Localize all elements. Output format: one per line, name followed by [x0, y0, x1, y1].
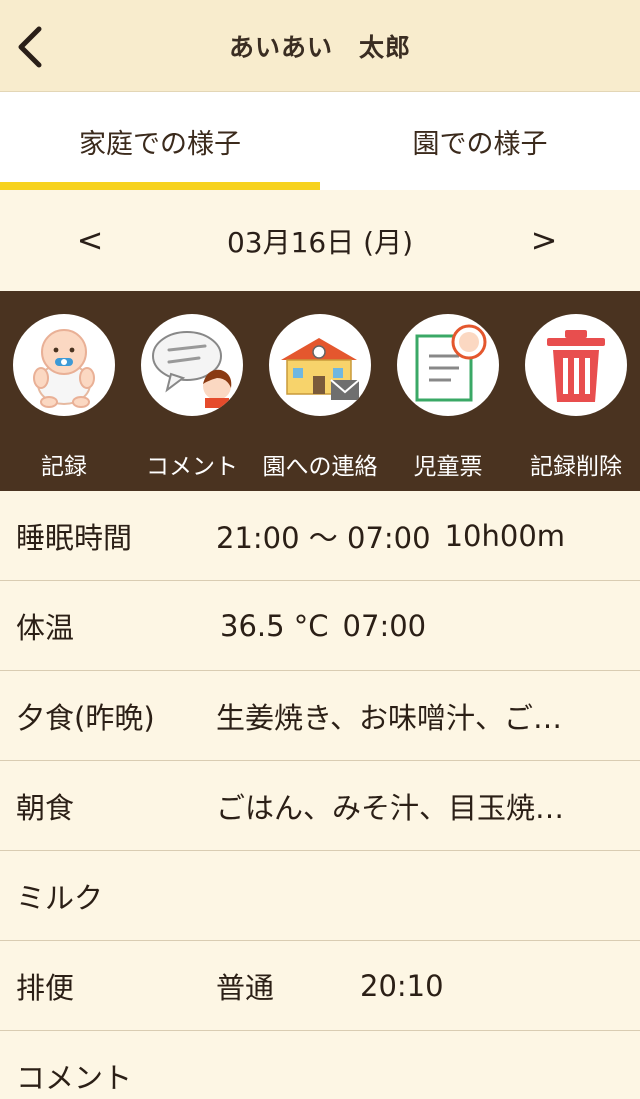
- temperature-time: 07:00: [342, 609, 427, 643]
- sleep-value: 21:00 〜 07:00: [216, 521, 431, 555]
- page-title: あいあい 太郎: [228, 33, 411, 62]
- bowel-time: 20:10: [360, 969, 444, 1003]
- breakfast-label: 朝食: [16, 791, 75, 825]
- comment-value: [216, 1031, 626, 1099]
- dinner-row[interactable]: 夕食(昨晩) 生姜焼き、お味噌汁、ご…: [0, 671, 640, 761]
- temperature-label: 体温: [16, 611, 75, 645]
- comment-button[interactable]: コメント: [128, 291, 256, 491]
- clipboard-icon: [397, 314, 499, 416]
- record-label: 記録: [41, 454, 87, 480]
- delete-record-label: 記録削除: [530, 454, 622, 480]
- milk-value: [216, 851, 626, 941]
- child-record-button[interactable]: 児童票: [384, 291, 512, 491]
- comment-label: コメント: [146, 454, 238, 480]
- action-toolbar: 記録 コメント 園への連絡 児童票 記録削除: [0, 291, 640, 491]
- dinner-value: 生姜焼き、お味噌汁、ご…: [216, 701, 562, 735]
- delete-record-button[interactable]: 記録削除: [512, 291, 640, 491]
- breakfast-row[interactable]: 朝食 ごはん、みそ汁、目玉焼…: [0, 761, 640, 851]
- temperature-row[interactable]: 体温 36.5 °C 07:00: [0, 581, 640, 671]
- milk-label: ミルク: [16, 881, 104, 915]
- temperature-value: 36.5 °C: [220, 609, 329, 643]
- next-day-button[interactable]: >: [514, 208, 574, 272]
- dinner-label: 夕食(昨晩): [16, 701, 155, 735]
- comment-bubble-icon: [141, 314, 243, 416]
- nav-bar: あいあい 太郎: [0, 0, 640, 92]
- trash-icon: [525, 314, 627, 416]
- record-list: 睡眠時間 21:00 〜 07:00 10h00m 体温 36.5 °C 07:…: [0, 491, 640, 1099]
- bowel-row[interactable]: 排便 普通 20:10: [0, 941, 640, 1031]
- school-mail-icon: [269, 314, 371, 416]
- temperature-value-group: 36.5 °C 07:00: [220, 581, 630, 671]
- school-contact-button[interactable]: 園への連絡: [256, 291, 384, 491]
- breakfast-value: ごはん、みそ汁、目玉焼…: [216, 791, 565, 825]
- sleep-value-group: 21:00 〜 07:00 10h00m: [216, 491, 626, 581]
- baby-icon: [13, 314, 115, 416]
- tab-home[interactable]: 家庭での様子: [0, 92, 320, 190]
- tab-bar: 家庭での様子 園での様子: [0, 92, 640, 190]
- date-navigator: < 03月16日 (月) >: [0, 190, 640, 291]
- sleep-duration: 10h00m: [444, 519, 566, 553]
- sleep-row[interactable]: 睡眠時間 21:00 〜 07:00 10h00m: [0, 491, 640, 581]
- milk-row[interactable]: ミルク: [0, 851, 640, 941]
- record-button[interactable]: 記録: [0, 291, 128, 491]
- comment-row[interactable]: コメント: [0, 1031, 640, 1099]
- child-record-label: 児童票: [413, 454, 483, 480]
- comment-row-label: コメント: [16, 1061, 133, 1095]
- sleep-label: 睡眠時間: [16, 521, 133, 555]
- school-contact-label: 園への連絡: [262, 454, 378, 480]
- tab-indicator: [0, 182, 320, 190]
- bowel-label: 排便: [16, 971, 75, 1005]
- tab-school[interactable]: 園での様子: [320, 92, 640, 190]
